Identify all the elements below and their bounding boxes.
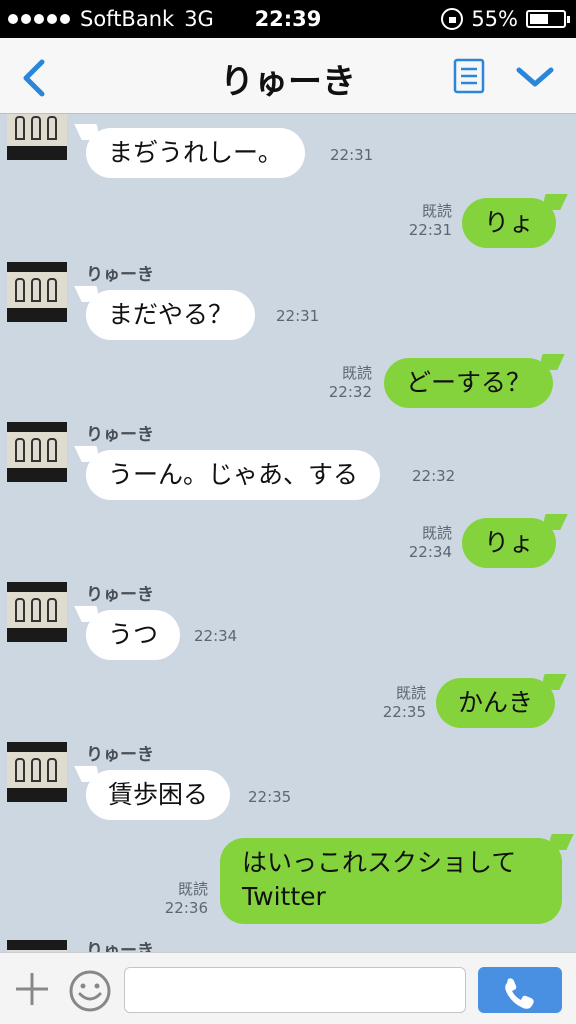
emoji-button[interactable] bbox=[68, 969, 112, 1013]
message-time: 22:32 bbox=[328, 383, 372, 401]
avatar[interactable] bbox=[7, 422, 67, 482]
message-bubble-incoming[interactable]: 賃歩困る bbox=[86, 770, 231, 820]
read-receipt: 既読 bbox=[421, 202, 452, 220]
plus-icon bbox=[16, 973, 48, 1005]
read-receipt: 既読 bbox=[395, 684, 426, 702]
battery-percent: 55% bbox=[471, 7, 518, 31]
message-meta: 既読 22:31 bbox=[396, 202, 452, 240]
message-line: はいっこれスクショして bbox=[242, 848, 517, 877]
message-bubble-outgoing[interactable]: どーする？ bbox=[384, 358, 554, 408]
menu-expand-button[interactable] bbox=[514, 62, 556, 92]
add-attachment-button[interactable] bbox=[14, 971, 50, 1007]
read-receipt: 既読 bbox=[177, 880, 208, 898]
avatar[interactable] bbox=[7, 940, 67, 952]
message-meta: 既読 22:32 bbox=[316, 364, 372, 402]
battery-fill bbox=[530, 14, 548, 24]
chevron-down-icon bbox=[516, 67, 554, 87]
sender-name: りゅーき bbox=[86, 585, 154, 605]
message-time: 22:34 bbox=[194, 627, 238, 645]
battery-icon bbox=[526, 10, 570, 28]
read-receipt: 既読 bbox=[421, 524, 452, 542]
status-right: 55% bbox=[441, 7, 570, 31]
sender-name: りゅーき bbox=[86, 745, 154, 765]
avatar[interactable] bbox=[7, 582, 67, 642]
avatar[interactable] bbox=[7, 262, 67, 322]
message-bubble-outgoing[interactable]: かんき bbox=[436, 678, 556, 728]
message-bubble-outgoing[interactable]: はいっこれスクショして Twitter bbox=[220, 838, 562, 924]
message-line: Twitter bbox=[242, 882, 326, 911]
message-bubble-outgoing[interactable]: りょ bbox=[462, 518, 557, 568]
message-bubble-incoming[interactable]: うつ bbox=[86, 610, 181, 660]
message-time: 22:36 bbox=[164, 899, 208, 917]
notes-button[interactable] bbox=[452, 58, 486, 94]
message-time: 22:31 bbox=[408, 221, 452, 239]
chat-title: りゅーき bbox=[220, 62, 356, 102]
message-bubble-outgoing[interactable]: りょ bbox=[462, 198, 557, 248]
message-meta: 既読 22:34 bbox=[396, 524, 452, 562]
status-bar: SoftBank 3G 22:39 55% bbox=[0, 0, 576, 38]
message-time: 22:31 bbox=[330, 146, 374, 164]
message-time: 22:34 bbox=[408, 543, 452, 561]
emoji-icon bbox=[69, 970, 111, 1012]
message-time: 22:31 bbox=[276, 307, 320, 325]
rotation-lock-icon bbox=[441, 8, 464, 30]
message-input-bar bbox=[0, 952, 576, 1024]
navigation-bar: りゅーき bbox=[0, 38, 576, 114]
avatar[interactable] bbox=[7, 742, 67, 802]
sender-name: りゅーき bbox=[86, 941, 154, 952]
message-time: 22:35 bbox=[382, 703, 426, 721]
message-meta: 既読 22:35 bbox=[370, 684, 426, 722]
message-time: 22:32 bbox=[412, 467, 456, 485]
chat-history[interactable]: まぢうれしー。 22:31 既読 22:31 りょ りゅーき まだやる？ 22:… bbox=[0, 114, 576, 952]
message-bubble-incoming[interactable]: うーん。じゃあ、する bbox=[86, 450, 381, 500]
notes-list-icon bbox=[453, 58, 485, 94]
call-button[interactable] bbox=[478, 967, 562, 1013]
sender-name: りゅーき bbox=[86, 265, 154, 285]
message-bubble-incoming[interactable]: まぢうれしー。 bbox=[86, 128, 305, 178]
phone-icon bbox=[505, 978, 534, 1009]
message-bubble-incoming[interactable]: まだやる？ bbox=[86, 290, 256, 340]
avatar[interactable] bbox=[7, 114, 67, 160]
message-meta: 既読 22:36 bbox=[152, 880, 208, 918]
message-input[interactable] bbox=[124, 967, 466, 1013]
message-time: 22:35 bbox=[248, 788, 292, 806]
read-receipt: 既読 bbox=[341, 364, 372, 382]
sender-name: りゅーき bbox=[86, 425, 154, 445]
